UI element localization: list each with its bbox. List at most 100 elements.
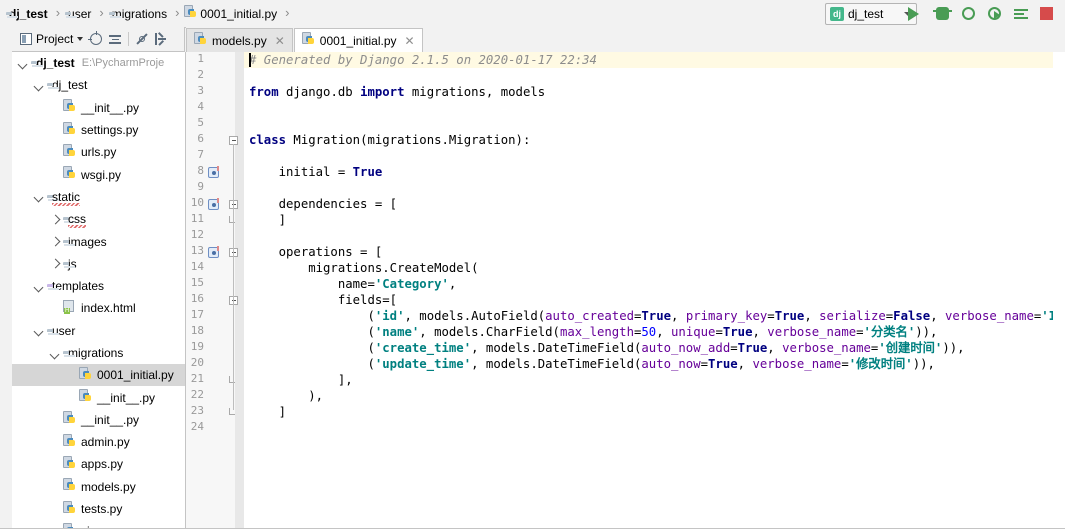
run-configuration-selector[interactable]: dj dj_test [825,3,917,25]
fold-end-icon[interactable] [229,216,235,223]
line-number: 14 [190,260,204,273]
chevron-down-icon[interactable] [34,281,45,292]
tree-item-js[interactable]: js [12,253,185,275]
tree-item-static[interactable]: static [12,186,185,208]
chevron-down-icon[interactable] [77,37,84,41]
tree-item-settings-py[interactable]: settings.py [12,119,185,141]
collapse-all-icon[interactable] [109,33,122,45]
gutter-line[interactable]: 19 [186,340,244,356]
gutter-line[interactable]: 15 [186,276,244,292]
breadcrumb-item-migrations[interactable]: migrations [108,0,171,27]
run-button[interactable] [908,5,925,22]
tree-item-index-html[interactable]: Hindex.html [12,297,185,319]
breadcrumb-item-user[interactable]: user [64,0,95,27]
gutter-line[interactable]: 2 [186,68,244,84]
fold-end-icon[interactable] [229,376,235,383]
breadcrumb-item-dj-test[interactable]: dj_test [5,0,52,27]
code-editor[interactable]: 1 2 3 4 5 6 7 8 9 10 11 12 13 14 15 16 17 18 19 20 21 22 23 24 … [186,52,1065,529]
breadcrumb-item-0001-initial-py[interactable]: 0001_initial.py [183,0,281,27]
chevron-right-icon[interactable] [50,236,61,247]
tree-item-admin-py[interactable]: admin.py [12,431,185,453]
line-number: 4 [197,100,204,113]
python-file-icon [63,455,76,473]
project-panel-title: Project [36,32,74,46]
tree-item-templates[interactable]: templates [12,275,185,297]
run-coverage-button[interactable] [960,5,977,22]
tree-item-apps-py[interactable]: apps.py [12,453,185,475]
gear-icon[interactable] [136,33,148,45]
tree-item-dj-test[interactable]: dj_test E:\PycharmProje [12,52,185,74]
gutter-line[interactable]: 1 [186,52,244,68]
gutter-line[interactable]: 17 [186,308,244,324]
profile-button[interactable] [986,5,1003,22]
python-file-icon [63,411,76,428]
tree-item-user[interactable]: user [12,320,185,342]
project-view-selector[interactable]: Project [20,32,84,46]
close-icon[interactable]: ✕ [405,34,415,48]
tree-item-models-py[interactable]: models.py [12,476,185,498]
django-settings-icon[interactable] [208,166,219,178]
editor-tab-0001-initial-py[interactable]: 0001_initial.py ✕ [293,28,423,52]
tree-item-0001-initial-py[interactable]: 0001_initial.py [12,364,185,387]
tree-item-tests-py[interactable]: tests.py [12,498,185,520]
chevron-right-icon[interactable] [50,258,61,269]
chevron-right-icon[interactable] [50,214,61,225]
gutter-line[interactable]: 23 [186,404,244,420]
gutter-line[interactable]: 11 [186,212,244,228]
code-line: # Generated by Django 2.1.5 on 2020-01-1… [249,53,597,67]
breadcrumb-separator: › [55,5,61,20]
gutter-line[interactable]: 5 [186,116,244,132]
tree-item-wsgi-py[interactable]: wsgi.py [12,163,185,185]
gutter-line[interactable]: 22 [186,388,244,404]
tree-item-images[interactable]: images [12,230,185,252]
editor-tab-models-py[interactable]: models.py ✕ [186,28,293,52]
tree-item-urls-py[interactable]: urls.py [12,141,185,163]
gutter-line[interactable]: 14 [186,260,244,276]
chevron-down-icon[interactable] [50,348,61,359]
tree-item---init---py[interactable]: __init__.py [12,97,185,119]
chevron-down-icon[interactable] [34,325,45,336]
target-icon[interactable] [88,31,103,45]
toolbar-divider [128,32,130,46]
gutter-line[interactable]: 21 [186,372,244,388]
gutter-line[interactable]: 12 [186,228,244,244]
fold-end-icon[interactable] [229,408,235,415]
stop-button[interactable] [1038,5,1055,22]
gutter-line[interactable]: 18 [186,324,244,340]
editor-scrollbar[interactable] [1053,52,1065,529]
code-line: ('id', models.AutoField(auto_created=Tru… [249,309,1065,323]
gutter-line[interactable]: 20 [186,356,244,372]
tree-item-css[interactable]: css [12,208,185,230]
code-line: class Migration(migrations.Migration): [249,133,531,147]
chevron-down-icon[interactable] [18,58,29,69]
code-content[interactable]: # Generated by Django 2.1.5 on 2020-01-1… [244,52,1065,529]
run-manage-task-button[interactable] [1012,5,1029,22]
gutter-line[interactable]: 4 [186,100,244,116]
hide-panel-icon[interactable] [155,32,167,46]
tree-item---init---py[interactable]: __init__.py [12,386,185,408]
editor-gutter[interactable]: 1 2 3 4 5 6 7 8 9 10 11 12 13 14 15 16 17 18 19 20 21 22 23 24 [186,52,244,529]
line-number: 15 [190,276,204,289]
project-tree[interactable]: dj_test E:\PycharmProje dj_test __init__.py… [12,52,186,529]
stop-icon [1040,7,1053,20]
django-settings-icon[interactable] [208,246,219,258]
breadcrumb-label: dj_test [9,6,48,21]
chevron-down-icon[interactable] [34,80,45,91]
django-settings-icon[interactable] [208,198,219,210]
gutter-line[interactable]: 7 [186,148,244,164]
chevron-down-icon[interactable] [34,191,45,202]
tree-item-dj-test[interactable]: dj_test [12,74,185,96]
gutter-line[interactable]: 9 [186,180,244,196]
tree-item-migrations[interactable]: migrations [12,342,185,364]
tree-item---init---py[interactable]: __init__.py [12,409,185,431]
gutter-line[interactable]: 3 [186,84,244,100]
close-icon[interactable]: ✕ [275,34,285,48]
debug-button[interactable] [933,5,952,22]
gutter-line[interactable]: 24 [186,420,244,436]
